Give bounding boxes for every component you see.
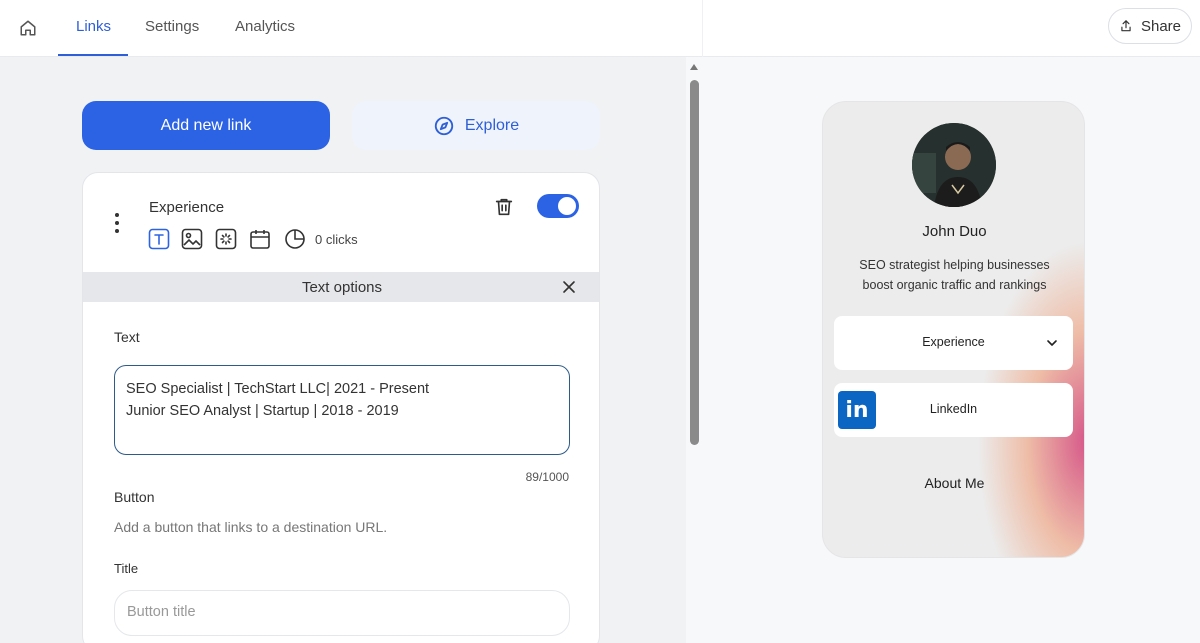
button-title-input[interactable]: Button title	[114, 590, 570, 636]
active-tab-indicator	[58, 54, 128, 56]
text-options-title: Text options	[301, 279, 383, 296]
tab-settings[interactable]: Settings	[145, 18, 199, 35]
phone-preview: John Duo SEO strategist helping business…	[822, 101, 1085, 558]
link-title[interactable]: Experience	[149, 199, 224, 216]
clicks-count: 0 clicks	[315, 232, 358, 247]
button-section-label: Button	[114, 489, 155, 505]
image-icon[interactable]	[181, 228, 203, 250]
preview-experience-label: Experience	[922, 335, 985, 349]
compass-icon	[434, 116, 454, 135]
share-icon	[1121, 20, 1131, 32]
profile-name: John Duo	[922, 223, 987, 240]
share-label: Share	[1140, 17, 1182, 35]
chevron-down-icon	[1047, 340, 1057, 346]
link-card: Experience 0 clicks Text options Text SE…	[82, 172, 600, 643]
explore-label: Explore	[464, 116, 520, 134]
preview-linkedin-label: LinkedIn	[929, 402, 978, 416]
preview-linkedin-button[interactable]: in LinkedIn	[834, 383, 1073, 437]
link-enabled-toggle[interactable]	[537, 194, 579, 218]
text-options-header: Text options	[83, 272, 599, 302]
char-counter: 89/1000	[525, 470, 569, 484]
home-icon[interactable]	[16, 16, 40, 40]
text-icon[interactable]	[148, 228, 170, 250]
scroll-up-arrow-icon[interactable]	[690, 64, 698, 70]
avatar	[912, 123, 996, 207]
header-divider	[702, 0, 703, 57]
animation-icon[interactable]	[215, 228, 237, 250]
share-button[interactable]: Share	[1108, 8, 1192, 44]
close-icon[interactable]	[561, 279, 577, 295]
add-new-link-button[interactable]: Add new link	[82, 101, 330, 150]
about-me-link[interactable]: About Me	[823, 475, 1084, 491]
pie-chart-icon[interactable]	[284, 228, 306, 250]
tab-links[interactable]: Links	[76, 18, 111, 35]
button-hint: Add a button that links to a destination…	[114, 519, 388, 535]
profile-bio: SEO strategist helping businesses boost …	[859, 258, 1050, 292]
tab-analytics[interactable]: Analytics	[235, 18, 295, 35]
editor-pane: Add new link Explore Experience 0 clicks…	[0, 57, 686, 643]
text-label: Text	[114, 329, 140, 345]
title-label: Title	[114, 561, 139, 576]
scrollbar-thumb[interactable]	[690, 80, 699, 445]
calendar-icon[interactable]	[249, 228, 271, 250]
drag-handle-icon[interactable]	[109, 213, 125, 233]
top-bar: Links Settings Analytics Share	[0, 0, 1200, 57]
explore-button[interactable]: Explore	[352, 101, 600, 150]
text-textarea[interactable]: SEO Specialist | TechStart LLC| 2021 - P…	[114, 365, 570, 455]
preview-experience-button[interactable]: Experience	[834, 316, 1073, 370]
trash-icon[interactable]	[493, 195, 515, 219]
